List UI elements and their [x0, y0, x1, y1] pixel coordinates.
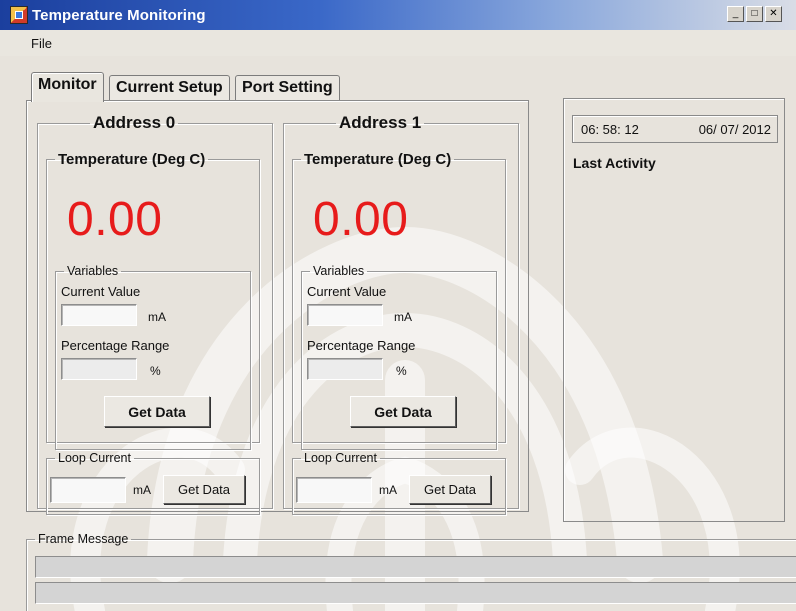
address-0-loop-current-group: Loop Current mA Get Data: [46, 451, 260, 515]
address-1-loop-current-field[interactable]: [296, 477, 372, 503]
address-0-percentage-field[interactable]: [61, 358, 137, 380]
address-1-temperature-title: Temperature (Deg C): [304, 151, 452, 168]
address-0-loop-get-data-button[interactable]: Get Data: [163, 475, 245, 504]
address-0-current-value-label: Current Value: [61, 284, 141, 299]
tab-control: Monitor Current Setup Port Setting Addre…: [0, 0, 796, 611]
status-panel: 06: 58: 12 06/ 07/ 2012 Last Activity: [563, 98, 785, 522]
address-0-title: Address 0: [93, 113, 176, 132]
last-activity-label: Last Activity: [573, 155, 656, 171]
address-1-get-data-button[interactable]: Get Data: [350, 396, 456, 427]
clock-time: 06: 58: 12: [581, 122, 639, 137]
address-0-variables-group: Variables Current Value mA Percentage Ra…: [55, 264, 251, 450]
tab-monitor[interactable]: Monitor: [31, 72, 104, 102]
address-0-current-value-field[interactable]: [61, 304, 137, 326]
address-1-percentage-label: Percentage Range: [307, 338, 416, 353]
address-0-temperature-title: Temperature (Deg C): [58, 151, 206, 168]
address-1-current-value-field[interactable]: [307, 304, 383, 326]
address-1-loop-current-title: Loop Current: [304, 451, 377, 465]
address-1-loop-unit: mA: [379, 483, 397, 497]
address-0-get-data-button[interactable]: Get Data: [104, 396, 210, 427]
address-1-percentage-field[interactable]: [307, 358, 383, 380]
address-1-variables-title: Variables: [313, 264, 365, 278]
address-1-current-value-label: Current Value: [307, 284, 387, 299]
address-0-temperature-group: Temperature (Deg C) 0.00 Variables Curre…: [46, 151, 260, 450]
address-1-title: Address 1: [339, 113, 422, 132]
clock-date: 06/ 07/ 2012: [698, 122, 771, 137]
address-0-loop-unit: mA: [133, 483, 151, 497]
address-1-temperature-reading: 0.00: [313, 193, 409, 246]
address-0-current-unit: mA: [148, 310, 166, 324]
frame-message-line-1[interactable]: [35, 556, 796, 578]
address-1-loop-get-data-button[interactable]: Get Data: [409, 475, 491, 504]
address-1-variables-group: Variables Current Value mA Percentage Ra…: [301, 264, 497, 450]
frame-message-title: Frame Message: [38, 532, 129, 546]
clock-display: 06: 58: 12 06/ 07/ 2012: [572, 115, 778, 143]
monitor-panel: Address 0 Temperature (Deg C) 0.00 Varia…: [26, 100, 529, 515]
address-0-group: Address 0 Temperature (Deg C) 0.00 Varia…: [37, 113, 273, 515]
frame-message-group: Frame Message: [26, 532, 796, 611]
address-1-current-unit: mA: [394, 310, 412, 324]
address-1-temperature-group: Temperature (Deg C) 0.00 Variables Curre…: [292, 151, 506, 450]
address-1-percentage-unit: %: [396, 364, 407, 378]
address-0-loop-current-title: Loop Current: [58, 451, 131, 465]
address-0-variables-title: Variables: [67, 264, 119, 278]
tab-current-setup[interactable]: Current Setup: [109, 75, 230, 101]
address-1-group: Address 1 Temperature (Deg C) 0.00 Varia…: [283, 113, 519, 515]
tab-port-setting[interactable]: Port Setting: [235, 75, 340, 101]
address-0-percentage-label: Percentage Range: [61, 338, 170, 353]
address-1-loop-current-group: Loop Current mA Get Data: [292, 451, 506, 515]
frame-message-line-2[interactable]: [35, 582, 796, 604]
address-0-loop-current-field[interactable]: [50, 477, 126, 503]
address-0-percentage-unit: %: [150, 364, 161, 378]
address-0-temperature-reading: 0.00: [67, 193, 163, 246]
